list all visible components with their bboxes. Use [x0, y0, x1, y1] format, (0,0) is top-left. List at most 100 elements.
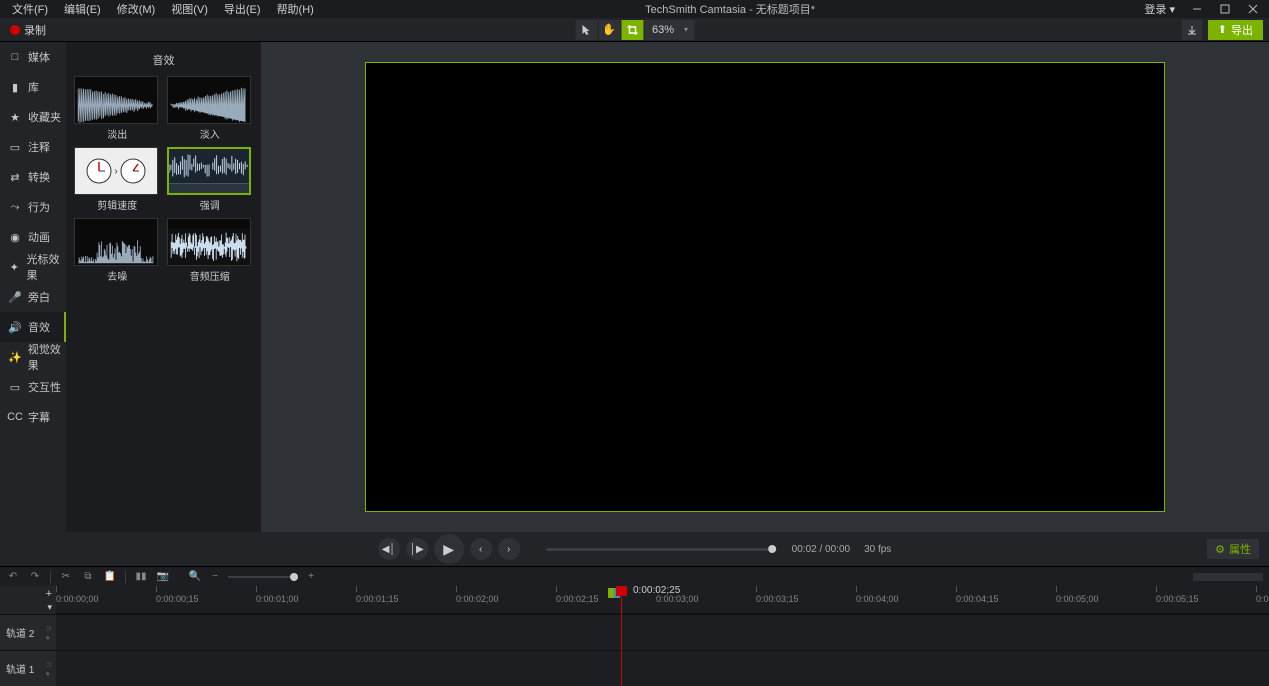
timeline-scrollbar[interactable]	[1193, 573, 1263, 581]
sidebar-icon: ⇄	[8, 170, 22, 184]
timeline-ruler[interactable]: 0:00:02;25 0:00:00;000:00:00;150:00:01;0…	[56, 586, 1269, 614]
menu-share[interactable]: 导出(E)	[216, 0, 269, 19]
download-button[interactable]	[1182, 20, 1202, 40]
ruler-tick: 0:00:00;00	[56, 586, 99, 604]
track-row-0[interactable]	[56, 614, 1269, 650]
hand-tool[interactable]: ✋	[598, 20, 620, 40]
menu-view[interactable]: 视图(V)	[163, 0, 216, 19]
title-bar: 文件(F) 编辑(E) 修改(M) 视图(V) 导出(E) 帮助(H) Tech…	[0, 0, 1269, 18]
zoom-slider[interactable]	[228, 576, 298, 578]
ruler-tick: 0:00:01;15	[356, 586, 399, 604]
menu-edit[interactable]: 编辑(E)	[56, 0, 109, 19]
sidebar: □ 媒体 ▮库★收藏夹▭注释⇄转换⤳行为 ◉ 动画 ✦光标效果🎤旁白🔊音效✨视觉效果▭交互…	[0, 42, 66, 532]
ruler-tick: 0:00:02;15	[556, 586, 599, 604]
menu-help[interactable]: 帮助(H)	[269, 0, 322, 19]
effect-label: 淡入	[167, 124, 254, 141]
export-button[interactable]: ⬆ 导出	[1208, 20, 1263, 40]
select-tool[interactable]	[575, 20, 597, 40]
ruler-tick: 0:00:05;00	[1056, 586, 1099, 604]
timeline: + ▾ 轨道 2⊃●轨道 1⊃● 0:00:02;25 0:00:00;000:…	[0, 586, 1269, 686]
sidebar-item-3[interactable]: ▭注释	[0, 132, 66, 162]
effect-thumb: ›	[74, 147, 158, 195]
sidebar-item-2[interactable]: ★收藏夹	[0, 102, 66, 132]
sidebar-item-0[interactable]: □ 媒体	[0, 42, 66, 72]
preview-canvas[interactable]	[365, 62, 1165, 512]
playback-slider[interactable]	[546, 548, 776, 551]
add-track-button[interactable]: +	[46, 588, 52, 600]
effect-item-emphasis[interactable]: 强调	[167, 147, 254, 212]
effect-thumb	[167, 147, 251, 195]
sidebar-label: 库	[28, 79, 39, 95]
effect-item-fadein[interactable]: 淡入	[167, 76, 254, 141]
zoom-knob[interactable]	[290, 573, 298, 581]
menu-bar: 文件(F) 编辑(E) 修改(M) 视图(V) 导出(E) 帮助(H)	[4, 0, 322, 19]
sidebar-item-5[interactable]: ⤳行为	[0, 192, 66, 222]
sidebar-label: 媒体	[28, 49, 50, 65]
sidebar-icon: □	[8, 50, 22, 64]
login-dropdown[interactable]: 登录 ▾	[1138, 0, 1181, 19]
sidebar-item-9[interactable]: 🔊音效	[0, 312, 66, 342]
sidebar-icon: 🔊	[8, 320, 22, 334]
ruler-tick: 0:00:01;00	[256, 586, 299, 604]
effect-item-speed[interactable]: ›剪辑速度	[74, 147, 161, 212]
timeline-playhead[interactable]: 0:00:02;25	[621, 586, 622, 686]
copy-button[interactable]: ⧉	[81, 570, 95, 584]
collapse-tracks-button[interactable]: ▾	[47, 602, 52, 613]
zoom-fit-button[interactable]: 🔍	[188, 570, 202, 584]
step-fwd-button[interactable]: ›	[498, 538, 520, 560]
effects-panel: 音效 淡出淡入›剪辑速度强调去噪音频压缩	[66, 42, 261, 532]
prev-frame-button[interactable]: ◀│	[378, 538, 400, 560]
effect-label: 剪辑速度	[74, 195, 161, 212]
undo-button[interactable]: ↶	[6, 570, 20, 584]
playback-knob[interactable]	[768, 545, 776, 553]
track-header-0[interactable]: 轨道 2⊃●	[0, 614, 56, 650]
zoom-in-button[interactable]: +	[304, 570, 318, 584]
crop-tool[interactable]	[621, 20, 643, 40]
sidebar-item-1[interactable]: ▮库	[0, 72, 66, 102]
sidebar-icon: CC	[8, 410, 22, 424]
sidebar-icon: ⤳	[8, 200, 22, 214]
sidebar-icon: ◉	[8, 230, 22, 244]
sidebar-label: 旁白	[28, 289, 50, 305]
split-button[interactable]: ▮▮	[134, 570, 148, 584]
menu-modify[interactable]: 修改(M)	[109, 0, 164, 19]
playback-controls: ◀│ │▶ ▶ ‹ › 00:02 / 00:00 30 fps	[378, 534, 892, 564]
screenshot-button[interactable]: 📷	[156, 570, 170, 584]
paste-button[interactable]: 📋	[103, 570, 117, 584]
sidebar-item-8[interactable]: 🎤旁白	[0, 282, 66, 312]
sidebar-item-6[interactable]: ◉ 动画	[0, 222, 66, 252]
menu-file[interactable]: 文件(F)	[4, 0, 56, 19]
sidebar-label: 收藏夹	[28, 109, 61, 125]
effect-item-denoise[interactable]: 去噪	[74, 218, 161, 283]
sidebar-item-7[interactable]: ✦光标效果	[0, 252, 66, 282]
export-label: 导出	[1231, 22, 1253, 38]
next-frame-button[interactable]: │▶	[406, 538, 428, 560]
properties-button[interactable]: ⚙ 属性	[1207, 539, 1259, 559]
zoom-out-button[interactable]: −	[208, 570, 222, 584]
maximize-button[interactable]	[1213, 1, 1237, 17]
track-header-1[interactable]: 轨道 1⊃●	[0, 650, 56, 686]
timeline-zoom: 🔍 − +	[188, 570, 318, 584]
track-lock-icon[interactable]: ⊃●	[45, 624, 52, 642]
timeline-body[interactable]: 0:00:02;25 0:00:00;000:00:00;150:00:01;0…	[56, 586, 1269, 686]
zoom-select[interactable]: 63%	[644, 20, 694, 40]
close-button[interactable]	[1241, 1, 1265, 17]
sidebar-label: 动画	[28, 229, 50, 245]
effect-item-compress[interactable]: 音频压缩	[167, 218, 254, 283]
record-button[interactable]: 录制	[0, 18, 56, 42]
redo-button[interactable]: ↷	[28, 570, 42, 584]
track-row-1[interactable]	[56, 650, 1269, 686]
minimize-button[interactable]	[1185, 1, 1209, 17]
play-button[interactable]: ▶	[434, 534, 464, 564]
step-back-button[interactable]: ‹	[470, 538, 492, 560]
sidebar-item-10[interactable]: ✨视觉效果	[0, 342, 66, 372]
effect-item-fadeout[interactable]: 淡出	[74, 76, 161, 141]
sidebar-item-12[interactable]: CC字幕	[0, 402, 66, 432]
sidebar-label: 视觉效果	[28, 341, 66, 373]
sidebar-item-4[interactable]: ⇄转换	[0, 162, 66, 192]
sidebar-item-11[interactable]: ▭交互性	[0, 372, 66, 402]
effect-label: 淡出	[74, 124, 161, 141]
cut-button[interactable]: ✂	[59, 570, 73, 584]
track-lock-icon[interactable]: ⊃●	[45, 660, 52, 678]
playhead-handle[interactable]	[616, 586, 627, 596]
